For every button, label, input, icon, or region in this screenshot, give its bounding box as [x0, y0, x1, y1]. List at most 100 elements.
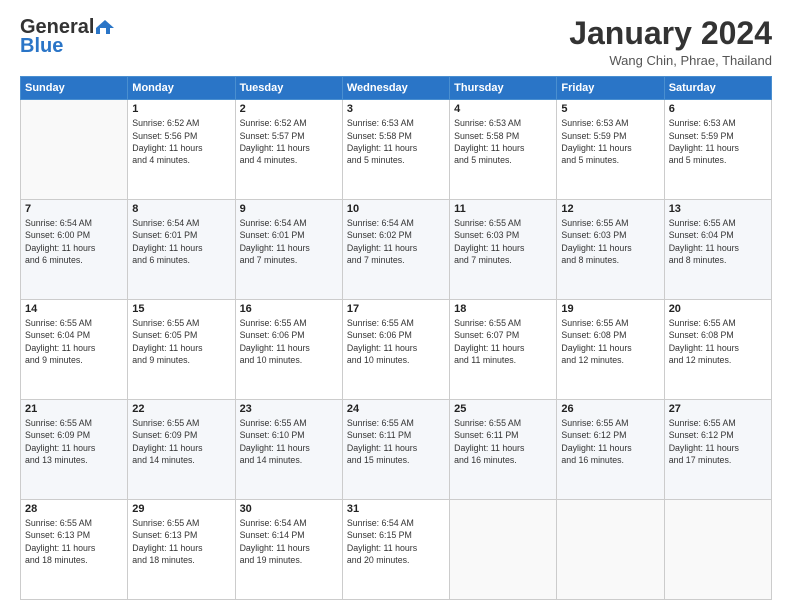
calendar-body: 1 Sunrise: 6:52 AM Sunset: 5:56 PM Daylig… [21, 100, 772, 600]
day-number: 27 [669, 403, 767, 415]
calendar: Sunday Monday Tuesday Wednesday Thursday… [20, 76, 772, 600]
calendar-table: Sunday Monday Tuesday Wednesday Thursday… [20, 76, 772, 600]
day-number: 1 [132, 103, 230, 115]
day-detail: Sunrise: 6:55 AM Sunset: 6:06 PM Dayligh… [240, 317, 338, 366]
day-number: 29 [132, 503, 230, 515]
day-number: 8 [132, 203, 230, 215]
calendar-cell: 24Sunrise: 6:55 AM Sunset: 6:11 PM Dayli… [342, 400, 449, 500]
calendar-cell: 3 Sunrise: 6:53 AM Sunset: 5:58 PM Daylig… [342, 100, 449, 200]
day-number: 5 [561, 103, 659, 115]
calendar-cell: 2 Sunrise: 6:52 AM Sunset: 5:57 PM Daylig… [235, 100, 342, 200]
calendar-cell: 9Sunrise: 6:54 AM Sunset: 6:01 PM Daylig… [235, 200, 342, 300]
calendar-cell: 11 Sunrise: 6:55 AM Sunset: 6:03 PM Dayli… [450, 200, 557, 300]
day-number: 3 [347, 103, 445, 115]
day-number: 10 [347, 203, 445, 215]
day-number: 26 [561, 403, 659, 415]
day-number: 17 [347, 303, 445, 315]
day-detail: Sunrise: 6:52 AM Sunset: 5:56 PM Dayligh… [132, 117, 230, 166]
day-number: 15 [132, 303, 230, 315]
day-detail: Sunrise: 6:55 AM Sunset: 6:13 PM Dayligh… [132, 517, 230, 566]
calendar-week-2: 7 Sunrise: 6:54 AM Sunset: 6:00 PM Daylig… [21, 200, 772, 300]
col-tuesday: Tuesday [235, 77, 342, 100]
day-number: 13 [669, 203, 767, 215]
day-detail: Sunrise: 6:55 AM Sunset: 6:13 PM Dayligh… [25, 517, 123, 566]
day-detail: Sunrise: 6:55 AM Sunset: 6:12 PM Dayligh… [669, 417, 767, 466]
logo-bird-icon [96, 18, 114, 36]
day-number: 7 [25, 203, 123, 215]
day-detail: Sunrise: 6:54 AM Sunset: 6:01 PM Dayligh… [132, 217, 230, 266]
calendar-cell [21, 100, 128, 200]
day-detail: Sunrise: 6:54 AM Sunset: 6:14 PM Dayligh… [240, 517, 338, 566]
calendar-cell: 13 Sunrise: 6:55 AM Sunset: 6:04 PM Dayli… [664, 200, 771, 300]
calendar-cell [557, 500, 664, 600]
calendar-cell: 4 Sunrise: 6:53 AM Sunset: 5:58 PM Daylig… [450, 100, 557, 200]
day-detail: Sunrise: 6:55 AM Sunset: 6:03 PM Dayligh… [454, 217, 552, 266]
day-number: 12 [561, 203, 659, 215]
day-detail: Sunrise: 6:53 AM Sunset: 5:59 PM Dayligh… [669, 117, 767, 166]
day-detail: Sunrise: 6:52 AM Sunset: 5:57 PM Dayligh… [240, 117, 338, 166]
day-number: 14 [25, 303, 123, 315]
calendar-cell: 23 Sunrise: 6:55 AM Sunset: 6:10 PM Dayli… [235, 400, 342, 500]
calendar-cell: 20Sunrise: 6:55 AM Sunset: 6:08 PM Dayli… [664, 300, 771, 400]
calendar-cell: 22 Sunrise: 6:55 AM Sunset: 6:09 PM Dayli… [128, 400, 235, 500]
day-detail: Sunrise: 6:53 AM Sunset: 5:58 PM Dayligh… [347, 117, 445, 166]
location: Wang Chin, Phrae, Thailand [569, 53, 772, 68]
day-detail: Sunrise: 6:55 AM Sunset: 6:06 PM Dayligh… [347, 317, 445, 366]
page: General Blue January 2024 Wang Chin, Phr… [0, 0, 792, 612]
calendar-cell: 8 Sunrise: 6:54 AM Sunset: 6:01 PM Daylig… [128, 200, 235, 300]
day-detail: Sunrise: 6:55 AM Sunset: 6:04 PM Dayligh… [669, 217, 767, 266]
day-detail: Sunrise: 6:54 AM Sunset: 6:00 PM Dayligh… [25, 217, 123, 266]
day-detail: Sunrise: 6:54 AM Sunset: 6:01 PM Dayligh… [240, 217, 338, 266]
calendar-cell: 7 Sunrise: 6:54 AM Sunset: 6:00 PM Daylig… [21, 200, 128, 300]
day-detail: Sunrise: 6:53 AM Sunset: 5:59 PM Dayligh… [561, 117, 659, 166]
col-wednesday: Wednesday [342, 77, 449, 100]
day-number: 22 [132, 403, 230, 415]
day-number: 30 [240, 503, 338, 515]
day-number: 2 [240, 103, 338, 115]
calendar-cell: 31 Sunrise: 6:54 AM Sunset: 6:15 PM Dayli… [342, 500, 449, 600]
calendar-cell: 30 Sunrise: 6:54 AM Sunset: 6:14 PM Dayli… [235, 500, 342, 600]
calendar-cell: 10Sunrise: 6:54 AM Sunset: 6:02 PM Dayli… [342, 200, 449, 300]
calendar-cell: 21 Sunrise: 6:55 AM Sunset: 6:09 PM Dayli… [21, 400, 128, 500]
calendar-cell: 1 Sunrise: 6:52 AM Sunset: 5:56 PM Daylig… [128, 100, 235, 200]
calendar-cell: 29 Sunrise: 6:55 AM Sunset: 6:13 PM Dayli… [128, 500, 235, 600]
day-detail: Sunrise: 6:55 AM Sunset: 6:05 PM Dayligh… [132, 317, 230, 366]
logo: General Blue [20, 16, 114, 58]
title-block: January 2024 Wang Chin, Phrae, Thailand [569, 16, 772, 68]
calendar-cell: 19Sunrise: 6:55 AM Sunset: 6:08 PM Dayli… [557, 300, 664, 400]
day-number: 4 [454, 103, 552, 115]
day-detail: Sunrise: 6:55 AM Sunset: 6:11 PM Dayligh… [454, 417, 552, 466]
day-detail: Sunrise: 6:55 AM Sunset: 6:09 PM Dayligh… [132, 417, 230, 466]
col-monday: Monday [128, 77, 235, 100]
col-saturday: Saturday [664, 77, 771, 100]
day-detail: Sunrise: 6:55 AM Sunset: 6:10 PM Dayligh… [240, 417, 338, 466]
day-number: 23 [240, 403, 338, 415]
day-detail: Sunrise: 6:54 AM Sunset: 6:15 PM Dayligh… [347, 517, 445, 566]
day-number: 20 [669, 303, 767, 315]
calendar-cell: 5 Sunrise: 6:53 AM Sunset: 5:59 PM Daylig… [557, 100, 664, 200]
calendar-header: Sunday Monday Tuesday Wednesday Thursday… [21, 77, 772, 100]
day-detail: Sunrise: 6:53 AM Sunset: 5:58 PM Dayligh… [454, 117, 552, 166]
calendar-week-3: 14Sunrise: 6:55 AM Sunset: 6:04 PM Dayli… [21, 300, 772, 400]
day-detail: Sunrise: 6:55 AM Sunset: 6:11 PM Dayligh… [347, 417, 445, 466]
day-number: 31 [347, 503, 445, 515]
calendar-cell: 14Sunrise: 6:55 AM Sunset: 6:04 PM Dayli… [21, 300, 128, 400]
calendar-cell [450, 500, 557, 600]
day-detail: Sunrise: 6:55 AM Sunset: 6:09 PM Dayligh… [25, 417, 123, 466]
calendar-cell: 18Sunrise: 6:55 AM Sunset: 6:07 PM Dayli… [450, 300, 557, 400]
month-title: January 2024 [569, 16, 772, 51]
day-number: 19 [561, 303, 659, 315]
day-number: 11 [454, 203, 552, 215]
day-number: 21 [25, 403, 123, 415]
calendar-cell: 16Sunrise: 6:55 AM Sunset: 6:06 PM Dayli… [235, 300, 342, 400]
calendar-week-5: 28Sunrise: 6:55 AM Sunset: 6:13 PM Dayli… [21, 500, 772, 600]
logo-blue: Blue [20, 35, 63, 58]
day-number: 18 [454, 303, 552, 315]
col-friday: Friday [557, 77, 664, 100]
calendar-week-4: 21 Sunrise: 6:55 AM Sunset: 6:09 PM Dayli… [21, 400, 772, 500]
day-number: 6 [669, 103, 767, 115]
calendar-cell: 28Sunrise: 6:55 AM Sunset: 6:13 PM Dayli… [21, 500, 128, 600]
day-number: 25 [454, 403, 552, 415]
calendar-cell: 27 Sunrise: 6:55 AM Sunset: 6:12 PM Dayli… [664, 400, 771, 500]
calendar-cell: 6 Sunrise: 6:53 AM Sunset: 5:59 PM Daylig… [664, 100, 771, 200]
